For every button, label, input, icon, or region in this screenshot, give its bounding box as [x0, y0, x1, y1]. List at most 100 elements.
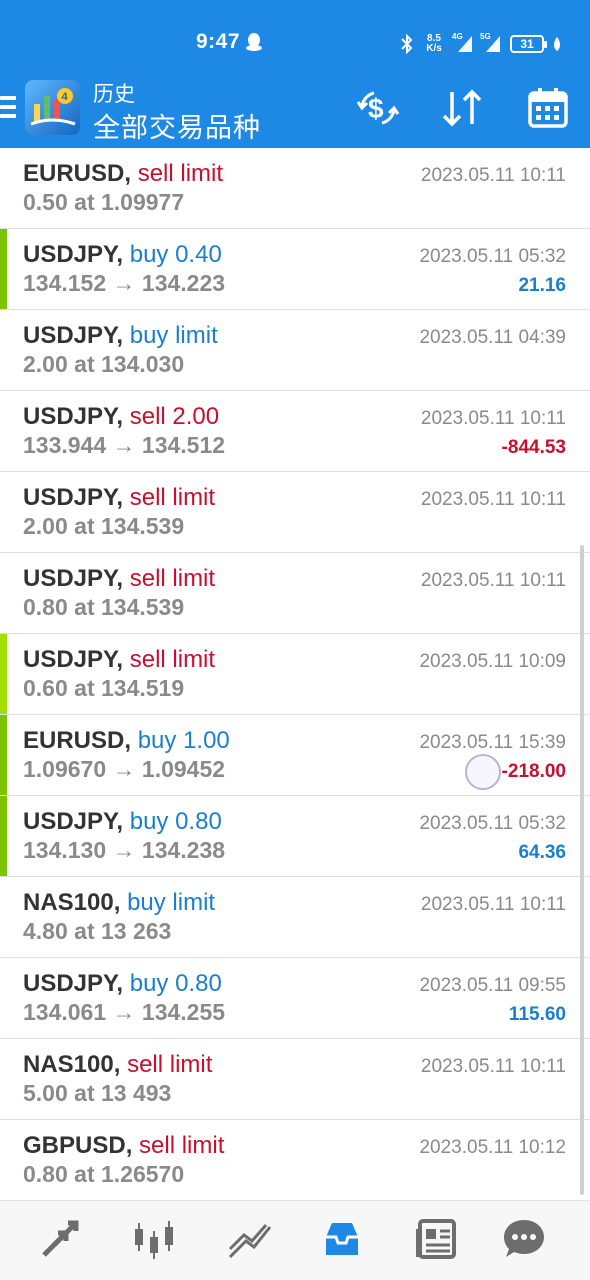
order-datetime: 2023.05.11 09:55	[419, 975, 566, 996]
order-datetime: 2023.05.11 10:11	[420, 489, 566, 510]
qq-icon	[246, 33, 262, 51]
order-symbol: NAS100	[23, 889, 114, 916]
order-row[interactable]: NAS100, sell limit 5.00 at 13 493 2023.0…	[0, 1039, 590, 1120]
order-title: NAS100, sell limit	[23, 1051, 212, 1079]
order-separator: ,	[116, 403, 130, 430]
order-row[interactable]: USDJPY, sell limit 0.60 at 134.519 2023.…	[0, 634, 590, 715]
order-separator: ,	[116, 808, 130, 835]
order-title: GBPUSD, sell limit	[23, 1132, 224, 1160]
order-action: sell 2.00	[129, 403, 220, 430]
signal-tag-4g: 4G	[452, 32, 463, 41]
order-details: 2.00 at 134.539	[23, 513, 185, 539]
sort-icon[interactable]	[438, 84, 486, 132]
open-position-marker	[0, 715, 7, 795]
order-profit: -844.53	[501, 437, 566, 458]
order-row[interactable]: EURUSD, buy 1.00 1.09670 → 1.09452 2023.…	[0, 715, 590, 796]
battery-icon: 31	[510, 35, 547, 53]
order-datetime: 2023.05.11 10:09	[419, 651, 566, 672]
svg-text:$: $	[368, 93, 384, 124]
order-datetime: 2023.05.11 10:12	[419, 1137, 566, 1158]
order-details: 0.60 at 134.519	[23, 675, 185, 701]
open-position-marker	[0, 634, 7, 714]
quotes-chart-icon[interactable]	[130, 1215, 178, 1263]
status-icons: 8.5 K/s 4G 5G 31	[400, 30, 562, 58]
order-action: sell limit	[129, 646, 216, 673]
order-row[interactable]: USDJPY, buy 0.40 134.152 → 134.223 2023.…	[0, 229, 590, 310]
scrollbar[interactable]	[580, 545, 584, 1195]
order-row[interactable]: NAS100, buy limit 4.80 at 13 263 2023.05…	[0, 877, 590, 958]
order-separator: ,	[116, 565, 130, 592]
order-history-list[interactable]: EURUSD, sell limit 0.50 at 1.09977 2023.…	[0, 148, 590, 1200]
order-action: sell limit	[127, 1051, 213, 1078]
order-row[interactable]: USDJPY, buy limit 2.00 at 134.030 2023.0…	[0, 310, 590, 391]
page-title: 历史	[93, 83, 135, 106]
order-row[interactable]: USDJPY, buy 0.80 134.130 → 134.238 2023.…	[0, 796, 590, 877]
menu-icon[interactable]	[0, 96, 18, 122]
order-row[interactable]: USDJPY, sell limit 2.00 at 134.539 2023.…	[0, 472, 590, 553]
order-row[interactable]: EURUSD, sell limit 0.50 at 1.09977 2023.…	[0, 148, 590, 229]
order-title: EURUSD, sell limit	[23, 160, 223, 188]
open-position-marker	[0, 229, 7, 309]
order-action: sell limit	[139, 1132, 225, 1159]
order-symbol: NAS100	[23, 1051, 114, 1078]
open-position-marker	[0, 796, 7, 876]
symbol-filter[interactable]: 全部交易品种	[93, 106, 261, 145]
order-symbol: USDJPY	[23, 241, 117, 268]
order-action: buy 0.80	[129, 970, 222, 997]
order-symbol: GBPUSD	[23, 1132, 126, 1159]
trade-icon[interactable]	[36, 1215, 84, 1263]
order-action: buy 0.80	[129, 808, 222, 835]
order-symbol: EURUSD	[23, 727, 125, 754]
order-profit: 115.60	[508, 1004, 566, 1025]
order-datetime: 2023.05.11 04:39	[419, 327, 566, 348]
order-datetime: 2023.05.11 10:11	[420, 570, 566, 591]
order-details: 0.80 at 134.539	[23, 594, 185, 620]
network-speed-unit: K/s	[426, 43, 442, 54]
calendar-icon[interactable]	[524, 84, 572, 132]
history-icon[interactable]	[318, 1215, 366, 1263]
order-row[interactable]: GBPUSD, sell limit 0.80 at 1.26570 2023.…	[0, 1120, 590, 1200]
order-separator: ,	[124, 160, 138, 187]
order-action: buy 0.40	[129, 241, 222, 268]
order-details: 0.80 at 1.26570	[23, 1161, 185, 1187]
order-details: 134.061 → 134.255	[23, 999, 226, 1025]
order-row[interactable]: USDJPY, sell 2.00 133.944 → 134.512 2023…	[0, 391, 590, 472]
touch-indicator	[465, 754, 501, 790]
order-title: USDJPY, buy 0.80	[23, 808, 222, 836]
order-separator: ,	[116, 322, 130, 349]
app-logo: 4	[25, 80, 80, 135]
order-datetime: 2023.05.11 05:32	[419, 246, 566, 267]
order-datetime: 2023.05.11 10:11	[420, 894, 566, 915]
network-speed: 8.5 K/s	[422, 34, 446, 54]
order-action: buy limit	[129, 322, 218, 349]
news-icon[interactable]	[412, 1215, 460, 1263]
order-symbol: USDJPY	[23, 322, 117, 349]
order-title: NAS100, buy limit	[23, 889, 215, 917]
order-details: 0.50 at 1.09977	[23, 189, 185, 215]
order-action: sell limit	[129, 565, 216, 592]
order-datetime: 2023.05.11 05:32	[419, 813, 566, 834]
order-row[interactable]: USDJPY, sell limit 0.80 at 134.539 2023.…	[0, 553, 590, 634]
messages-icon[interactable]	[500, 1215, 548, 1263]
svg-text:4: 4	[62, 91, 69, 103]
chart-icon[interactable]	[226, 1215, 274, 1263]
status-bar: 9:47 8.5 K/s 4G 5G 31	[0, 0, 590, 80]
order-datetime: 2023.05.11 10:11	[420, 1056, 566, 1077]
order-action: buy 1.00	[137, 727, 230, 754]
order-datetime: 2023.05.11 10:11	[420, 165, 566, 186]
order-row[interactable]: USDJPY, buy 0.80 134.061 → 134.255 2023.…	[0, 958, 590, 1039]
order-action: sell limit	[137, 160, 224, 187]
bluetooth-icon	[401, 34, 413, 54]
order-title: USDJPY, sell limit	[23, 646, 215, 674]
order-symbol: USDJPY	[23, 403, 117, 430]
order-profit: 21.16	[518, 275, 566, 296]
order-separator: ,	[125, 1132, 140, 1159]
order-details: 5.00 at 13 493	[23, 1080, 172, 1106]
order-separator: ,	[113, 1051, 128, 1078]
order-details: 134.130 → 134.238	[23, 837, 226, 863]
leaf-icon	[554, 37, 560, 51]
signal-icon: 4G	[452, 32, 474, 54]
order-datetime: 2023.05.11 15:39	[419, 732, 566, 753]
exchange-icon[interactable]: $	[354, 84, 402, 132]
order-symbol: USDJPY	[23, 970, 117, 997]
